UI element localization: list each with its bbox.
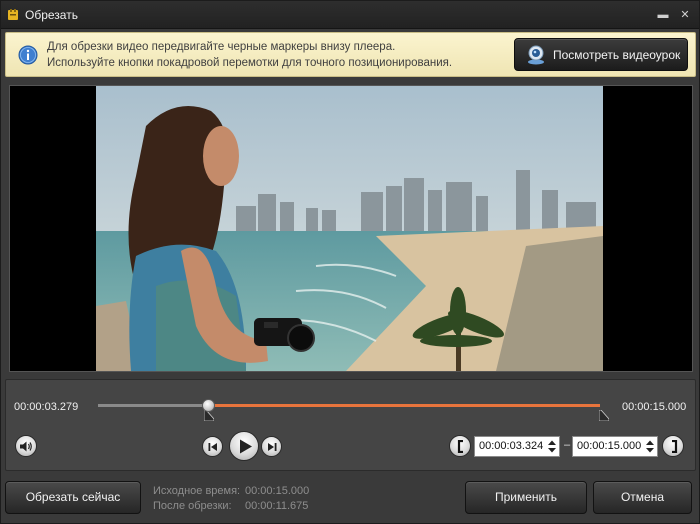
app-icon	[8, 9, 18, 20]
close-button[interactable]: ✕	[679, 9, 691, 21]
original-time-label: Исходное время:	[153, 485, 241, 497]
set-start-button[interactable]	[449, 435, 471, 457]
watch-tutorial-label: Посмотреть видеоурок	[553, 48, 681, 62]
window-title: Обрезать	[25, 8, 78, 22]
step-back-icon	[208, 443, 217, 451]
trim-start-input[interactable]: 00:00:03.324	[474, 436, 560, 457]
playback-controls: 00:00:03.279 00:00:15.000 00:00:03.324 –…	[5, 379, 696, 471]
video-frame-image	[96, 86, 603, 371]
after-trim-label: После обрезки:	[153, 500, 232, 512]
original-time-value: 00:00:15.000	[245, 485, 310, 497]
trim-end-value: 00:00:15.000	[577, 440, 642, 452]
previous-frame-button[interactable]	[202, 436, 223, 457]
trim-end-marker[interactable]	[599, 410, 609, 421]
bracket-left-icon	[457, 440, 463, 453]
minimize-button[interactable]: ▬	[657, 9, 669, 21]
info-text-line-2: Используйте кнопки покадровой перемотки …	[47, 57, 453, 69]
step-forward-icon	[268, 443, 277, 451]
speaker-icon	[20, 441, 32, 452]
trim-selection	[209, 404, 600, 407]
bracket-right-icon	[672, 440, 678, 453]
trim-end-spinner[interactable]	[646, 439, 654, 454]
play-button[interactable]	[229, 431, 259, 461]
next-frame-button[interactable]	[261, 436, 282, 457]
set-end-button[interactable]	[662, 435, 684, 457]
trim-now-button[interactable]: Обрезать сейчас	[5, 481, 141, 514]
info-icon	[18, 45, 38, 65]
cancel-button[interactable]: Отмена	[593, 481, 692, 514]
video-preview[interactable]	[9, 85, 693, 372]
range-separator: –	[564, 439, 571, 451]
play-icon	[240, 439, 252, 454]
volume-button[interactable]	[15, 435, 37, 457]
webcam-icon	[528, 45, 544, 65]
trim-start-value: 00:00:03.324	[479, 440, 544, 452]
after-trim-value: 00:00:11.675	[245, 500, 309, 512]
current-time: 00:00:03.279	[14, 401, 79, 413]
trim-start-spinner[interactable]	[548, 439, 556, 454]
info-bar: Для обрезки видео передвигайте черные ма…	[5, 32, 696, 77]
apply-button[interactable]: Применить	[465, 481, 587, 514]
trim-end-input[interactable]: 00:00:15.000	[572, 436, 658, 457]
watch-tutorial-button[interactable]: Посмотреть видеоурок	[514, 38, 688, 71]
playhead-handle[interactable]	[201, 399, 215, 412]
info-text-line-1: Для обрезки видео передвигайте черные ма…	[47, 41, 396, 53]
title-bar[interactable]: Обрезать ▬ ✕	[1, 1, 699, 29]
trim-window: Обрезать ▬ ✕ Для обрезки видео передвига…	[0, 0, 700, 524]
total-time: 00:00:15.000	[622, 401, 687, 413]
